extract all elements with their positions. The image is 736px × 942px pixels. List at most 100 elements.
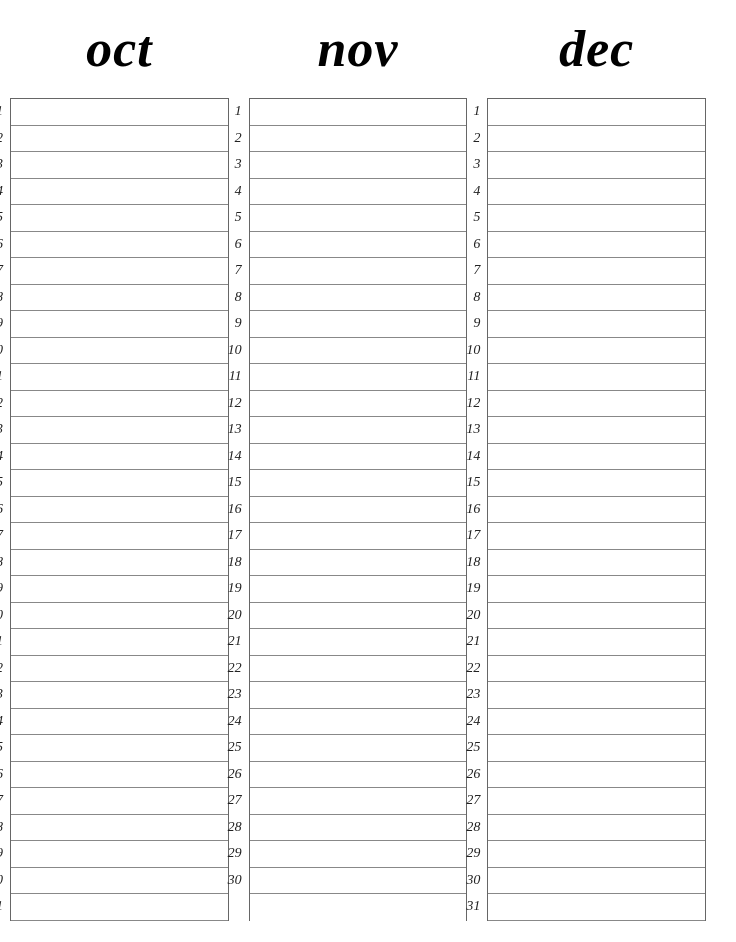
day-row: 30 [488,868,705,895]
day-cell [484,735,705,761]
day-number: 28 [458,815,484,841]
day-number: 29 [0,841,7,867]
month-column-dec: dec 123456789101112131415161718192021222… [487,20,706,922]
day-number: 2 [220,126,246,152]
day-number: 8 [458,285,484,311]
day-cell [246,841,467,867]
day-cell [484,179,705,205]
day-row: 19 [250,576,467,603]
day-cell [484,391,705,417]
day-number: 1 [458,99,484,125]
day-row: 8 [488,285,705,312]
day-number: 13 [0,417,7,443]
day-number: 20 [458,603,484,629]
day-number: 3 [458,152,484,178]
day-row: 2 [11,126,228,153]
day-number: 28 [220,815,246,841]
day-row: 4 [11,179,228,206]
day-row: 22 [488,656,705,683]
day-cell [246,550,467,576]
day-number: 26 [220,762,246,788]
day-row: 26 [250,762,467,789]
day-row: 5 [11,205,228,232]
day-number: 12 [0,391,7,417]
day-row: 16 [250,497,467,524]
day-cell [7,629,228,655]
day-row: 18 [11,550,228,577]
day-number: 4 [0,179,7,205]
day-row: 13 [11,417,228,444]
day-cell [484,868,705,894]
day-row: 27 [11,788,228,815]
day-row: 11 [11,364,228,391]
day-number: 11 [220,364,246,390]
day-number: 19 [0,576,7,602]
day-row: 9 [488,311,705,338]
day-number: 16 [220,497,246,523]
day-row: 3 [488,152,705,179]
day-row: 12 [488,391,705,418]
day-row: 19 [488,576,705,603]
day-number: 22 [458,656,484,682]
day-cell [484,894,705,920]
day-row: 25 [11,735,228,762]
day-number: 4 [458,179,484,205]
day-row: 28 [250,815,467,842]
day-number: 22 [220,656,246,682]
day-number: 18 [0,550,7,576]
day-cell [246,152,467,178]
day-cell [484,232,705,258]
day-cell [484,444,705,470]
day-cell [246,629,467,655]
day-cell [484,682,705,708]
day-cell [7,550,228,576]
day-row: 17 [250,523,467,550]
day-cell [7,258,228,284]
day-cell [246,338,467,364]
day-cell [7,470,228,496]
day-cell [246,417,467,443]
day-cell [7,709,228,735]
day-list-oct: 1234567891011121314151617181920212223242… [10,98,229,921]
planner-columns: oct 123456789101112131415161718192021222… [10,20,706,922]
day-number: 8 [220,285,246,311]
day-cell [7,338,228,364]
day-number: 30 [458,868,484,894]
day-cell [246,258,467,284]
day-cell [246,311,467,337]
day-cell [7,179,228,205]
day-cell [7,788,228,814]
day-row: 30 [11,868,228,895]
day-number: 25 [458,735,484,761]
day-cell [7,576,228,602]
day-number: 23 [0,682,7,708]
day-number: 23 [458,682,484,708]
day-row: 21 [11,629,228,656]
day-cell [484,550,705,576]
day-row: 15 [11,470,228,497]
day-cell [7,868,228,894]
day-row: 31 [11,894,228,921]
day-number: 25 [220,735,246,761]
day-number: 18 [458,550,484,576]
day-number: 5 [220,205,246,231]
day-number: 31 [0,894,7,920]
day-number: 24 [0,709,7,735]
day-number: 16 [0,497,7,523]
day-number: 30 [0,868,7,894]
day-number: 15 [0,470,7,496]
day-cell [246,285,467,311]
day-row: 6 [488,232,705,259]
day-row: 20 [488,603,705,630]
day-number: 5 [0,205,7,231]
day-number: 12 [458,391,484,417]
day-row: 11 [250,364,467,391]
day-number: 6 [220,232,246,258]
day-row: 13 [488,417,705,444]
day-number: 26 [0,762,7,788]
day-cell [7,285,228,311]
day-number: 6 [0,232,7,258]
day-number: 17 [458,523,484,549]
day-row: 11 [488,364,705,391]
day-cell [246,603,467,629]
